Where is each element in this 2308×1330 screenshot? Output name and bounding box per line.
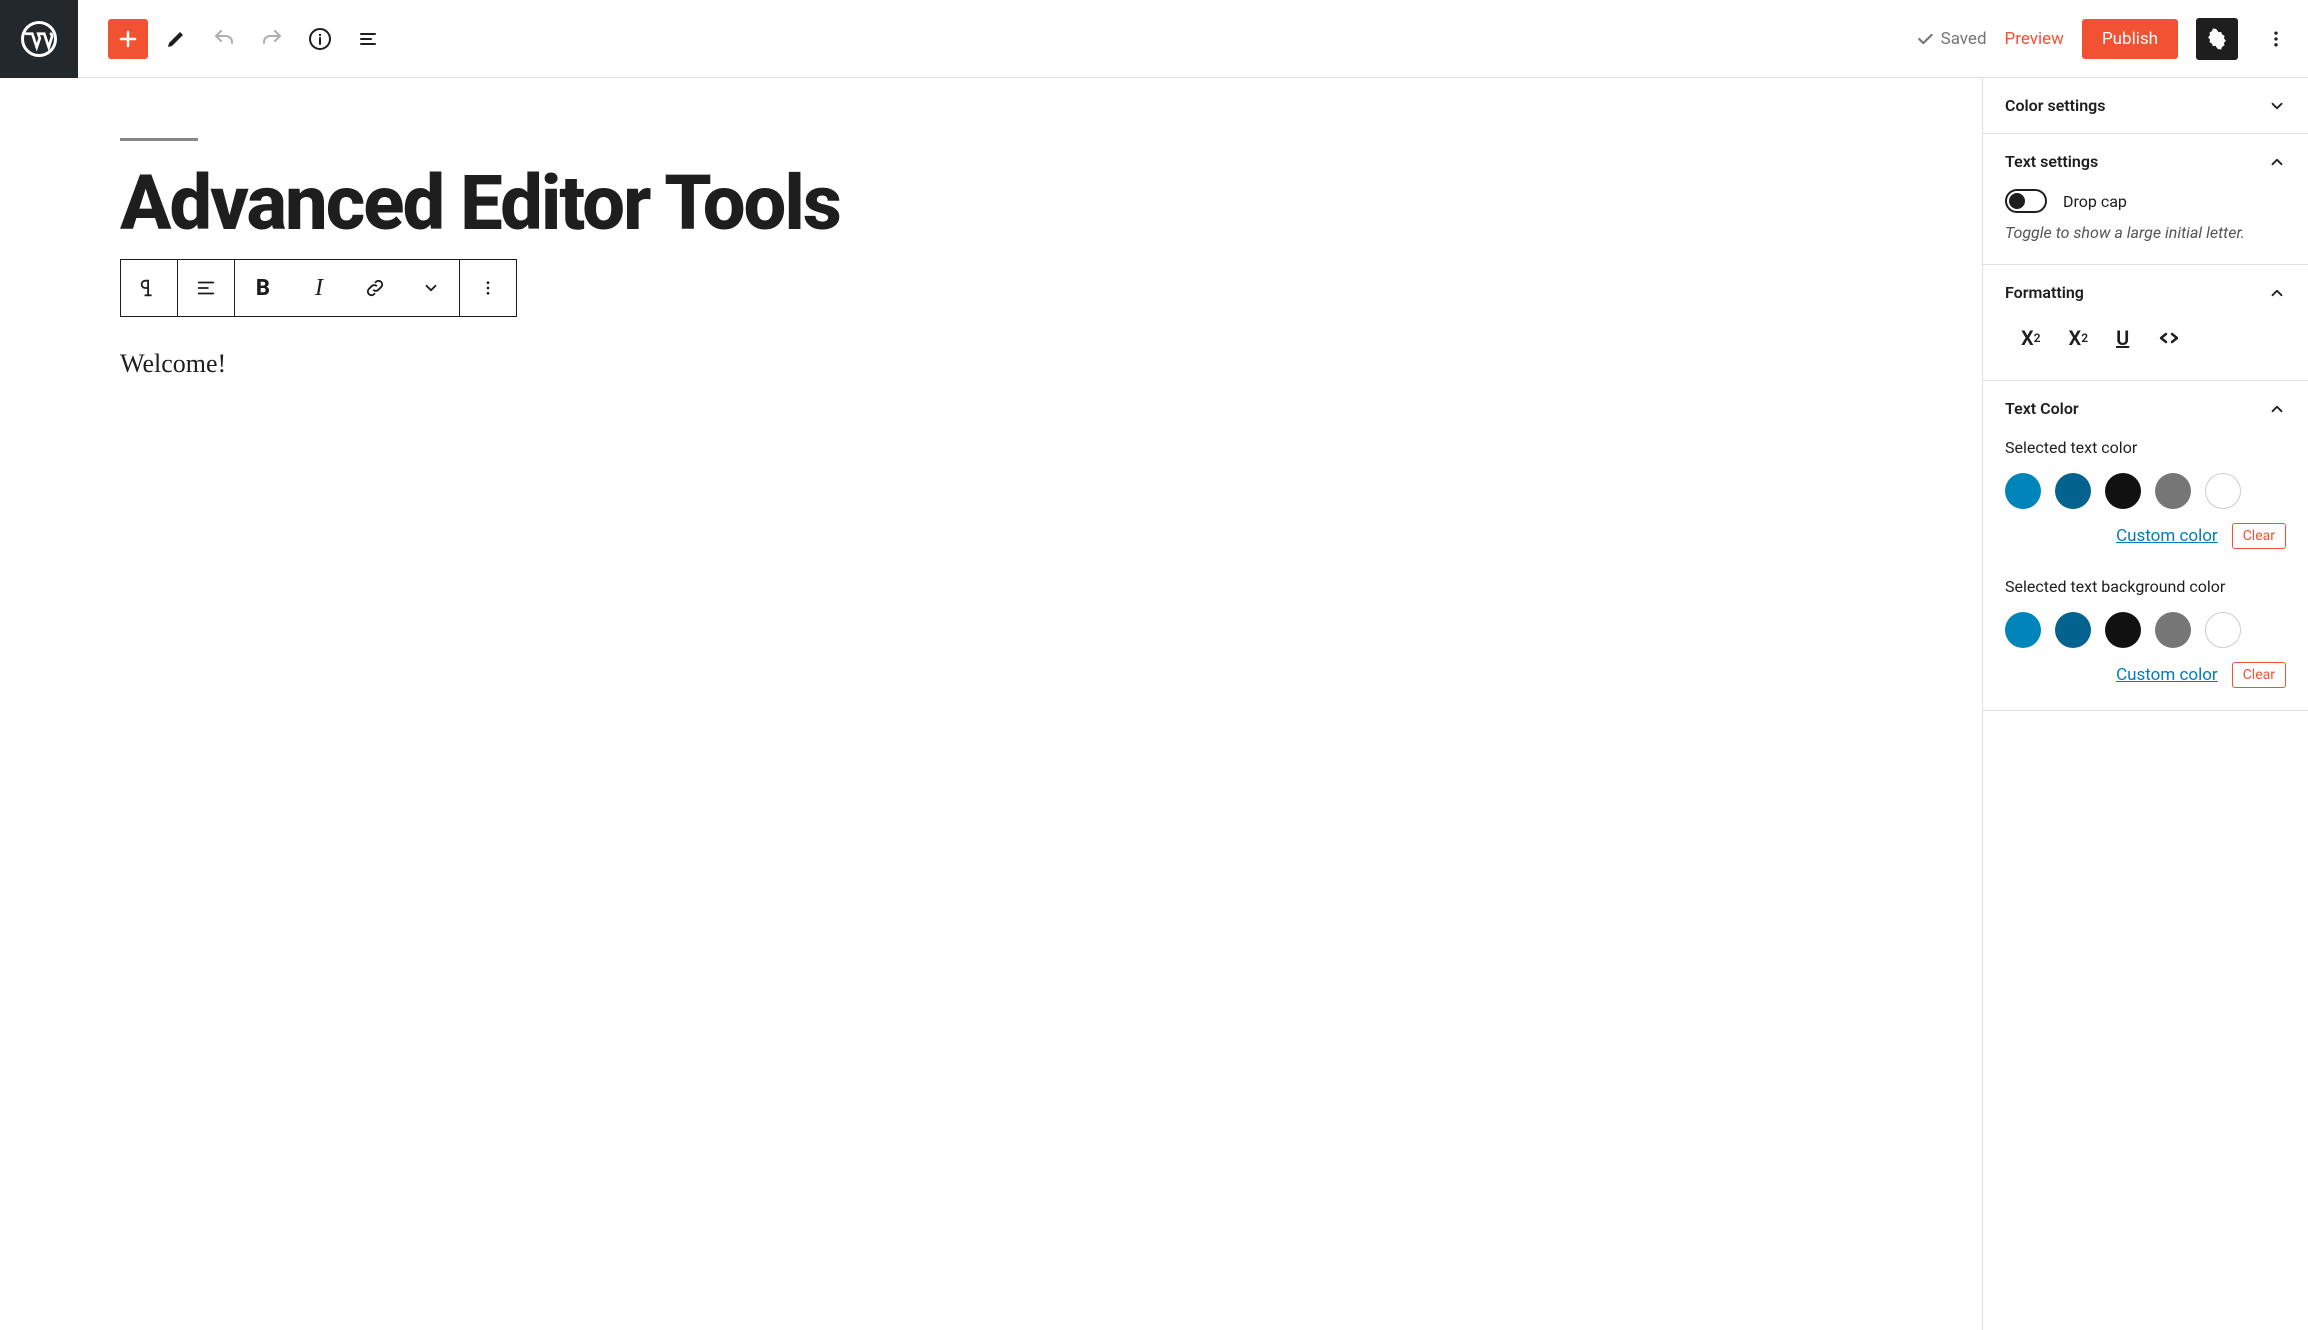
edit-mode-button[interactable]: [156, 19, 196, 59]
text-color-label: Selected text color: [2005, 438, 2286, 457]
settings-sidebar: Color settings Text settings Drop cap To…: [1982, 78, 2308, 1330]
more-menu-button[interactable]: [2256, 19, 2296, 59]
undo-button[interactable]: [204, 19, 244, 59]
format-dropdown-button[interactable]: [403, 260, 459, 316]
bg-color-label: Selected text background color: [2005, 577, 2286, 596]
chevron-down-icon: [2268, 97, 2286, 115]
wordpress-logo[interactable]: [0, 0, 78, 78]
color-swatch[interactable]: [2155, 473, 2191, 509]
outline-button[interactable]: [348, 19, 388, 59]
title-decoration: [120, 138, 198, 141]
panel-text-color[interactable]: Text Color: [1983, 381, 2308, 436]
bold-button[interactable]: B: [235, 260, 291, 316]
chevron-up-icon: [2268, 284, 2286, 302]
bg-color-swatches: [2005, 612, 2286, 648]
clear-color-button[interactable]: Clear: [2232, 523, 2286, 549]
color-swatch[interactable]: [2105, 473, 2141, 509]
subscript-button[interactable]: X2: [2069, 326, 2089, 350]
chevron-up-icon: [2268, 400, 2286, 418]
underline-button[interactable]: U: [2116, 326, 2129, 350]
drop-cap-label: Drop cap: [2063, 192, 2127, 211]
color-swatch[interactable]: [2205, 473, 2241, 509]
text-color-swatches: [2005, 473, 2286, 509]
drop-cap-description: Toggle to show a large initial letter.: [2005, 223, 2286, 242]
panel-color-settings[interactable]: Color settings: [1983, 78, 2308, 133]
align-button[interactable]: [178, 260, 234, 316]
color-swatch[interactable]: [2105, 612, 2141, 648]
code-button[interactable]: [2157, 326, 2181, 350]
italic-button[interactable]: I: [291, 260, 347, 316]
drop-cap-toggle[interactable]: [2005, 189, 2047, 213]
superscript-button[interactable]: X2: [2021, 326, 2041, 350]
color-swatch[interactable]: [2155, 612, 2191, 648]
custom-color-link[interactable]: Custom color: [2116, 526, 2218, 546]
saved-label: Saved: [1941, 29, 1987, 49]
settings-button[interactable]: [2196, 18, 2238, 60]
block-more-button[interactable]: [460, 260, 516, 316]
block-toolbar: B I: [120, 259, 517, 317]
redo-button[interactable]: [252, 19, 292, 59]
clear-bg-color-button[interactable]: Clear: [2232, 662, 2286, 688]
panel-label: Text settings: [2005, 152, 2098, 171]
color-swatch[interactable]: [2205, 612, 2241, 648]
add-block-button[interactable]: [108, 19, 148, 59]
publish-button[interactable]: Publish: [2082, 19, 2178, 59]
panel-label: Text Color: [2005, 399, 2079, 418]
color-swatch[interactable]: [2005, 612, 2041, 648]
preview-button[interactable]: Preview: [2005, 29, 2064, 49]
page-title[interactable]: Advanced Editor Tools: [120, 165, 1862, 241]
custom-bg-color-link[interactable]: Custom color: [2116, 665, 2218, 685]
saved-status: Saved: [1915, 29, 1987, 49]
color-swatch[interactable]: [2005, 473, 2041, 509]
color-swatch[interactable]: [2055, 473, 2091, 509]
panel-formatting[interactable]: Formatting: [1983, 265, 2308, 320]
panel-label: Color settings: [2005, 96, 2105, 115]
topbar: Saved Preview Publish: [0, 0, 2308, 78]
editor-canvas[interactable]: Advanced Editor Tools B I: [0, 78, 1982, 1330]
chevron-up-icon: [2268, 153, 2286, 171]
panel-label: Formatting: [2005, 283, 2084, 302]
paragraph-block[interactable]: Welcome!: [120, 349, 1862, 379]
info-button[interactable]: [300, 19, 340, 59]
block-type-button[interactable]: [121, 260, 177, 316]
link-button[interactable]: [347, 260, 403, 316]
color-swatch[interactable]: [2055, 612, 2091, 648]
panel-text-settings[interactable]: Text settings: [1983, 134, 2308, 189]
